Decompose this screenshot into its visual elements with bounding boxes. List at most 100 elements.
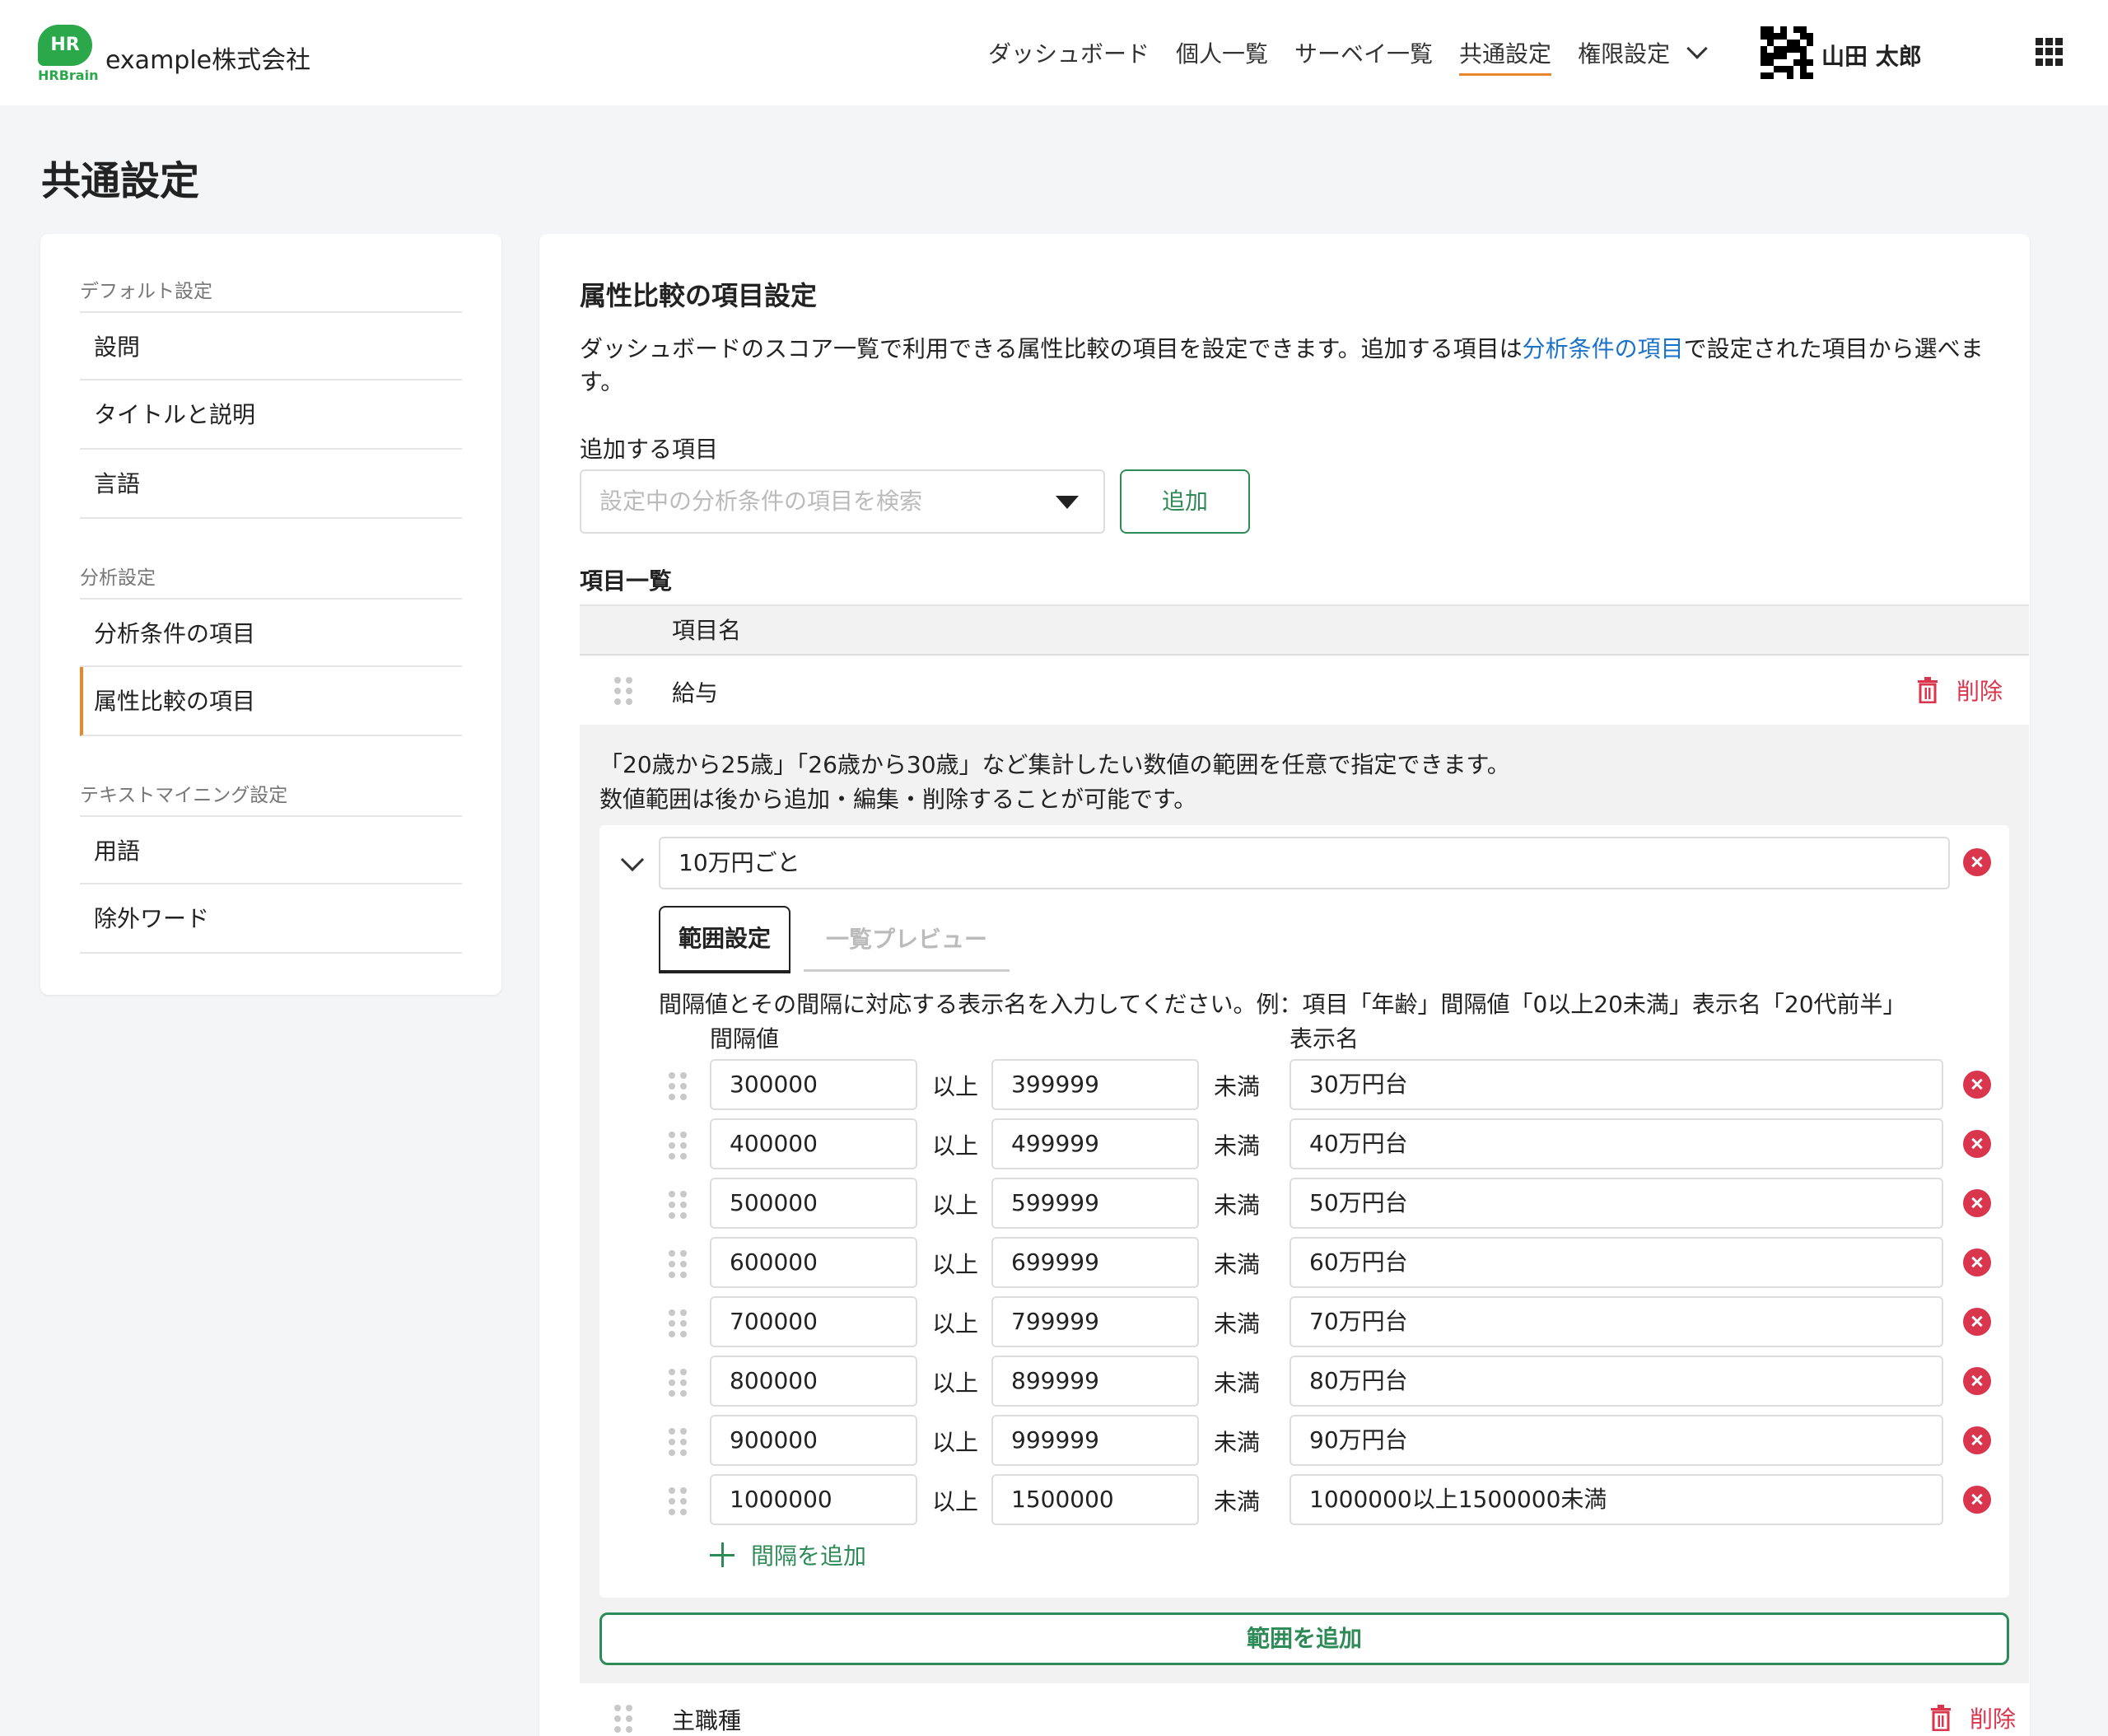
trash-icon xyxy=(1930,1705,1951,1731)
unit-to-label: 未満 xyxy=(1214,1370,1261,1397)
logo-bubble: HR xyxy=(38,25,92,66)
company-name: example株式会社 xyxy=(105,46,311,75)
drag-handle-icon[interactable] xyxy=(669,1428,687,1456)
add-interval-button[interactable]: 間隔を追加 xyxy=(710,1538,866,1571)
display-name-input[interactable]: 80万円台 xyxy=(1290,1356,1943,1407)
delete-button[interactable]: 削除 xyxy=(1917,674,2003,707)
tab-list-preview[interactable]: 一覧プレビュー xyxy=(804,912,1010,972)
interval-hint: 間隔値とその間隔に対応する表示名を入力してください。例：項目「年齢」間隔値「0以… xyxy=(659,991,1906,1018)
unit-to-label: 未満 xyxy=(1214,1488,1261,1515)
caret-down-icon[interactable] xyxy=(1056,496,1079,509)
interval-from-input[interactable]: 500000 xyxy=(710,1178,917,1229)
interval-from-input[interactable]: 1000000 xyxy=(710,1474,917,1525)
sidebar-item-terms[interactable]: 用語 xyxy=(80,815,462,884)
remove-interval-icon[interactable] xyxy=(1963,1367,1991,1395)
chevron-down-icon[interactable] xyxy=(620,847,645,872)
section-title: 属性比較の項目設定 xyxy=(580,280,818,311)
app-grid-icon[interactable] xyxy=(2036,38,2064,66)
remove-interval-icon[interactable] xyxy=(1963,1426,1991,1454)
range-name-input[interactable]: 10万円ごと xyxy=(659,837,1950,889)
remove-interval-icon[interactable] xyxy=(1963,1071,1991,1099)
drag-handle-icon[interactable] xyxy=(669,1250,687,1278)
unit-from-label: 以上 xyxy=(932,1370,979,1397)
interval-from-input[interactable]: 600000 xyxy=(710,1237,917,1288)
remove-interval-icon[interactable] xyxy=(1963,1130,1991,1158)
display-name-input[interactable]: 70万円台 xyxy=(1290,1296,1943,1347)
drag-handle-icon[interactable] xyxy=(669,1191,687,1219)
display-name-input[interactable]: 30万円台 xyxy=(1290,1059,1943,1110)
add-button[interactable]: 追加 xyxy=(1120,469,1250,534)
unit-from-label: 以上 xyxy=(932,1251,979,1278)
hrbrain-logo[interactable]: HR HRBrain xyxy=(38,25,98,83)
drag-handle-icon[interactable] xyxy=(669,1487,687,1515)
nav-individual-list[interactable]: 個人一覧 xyxy=(1176,36,1268,69)
unit-from-label: 以上 xyxy=(932,1429,979,1456)
sidebar-item-excluded-words[interactable]: 除外ワード xyxy=(80,884,462,954)
page-title: 共通設定 xyxy=(41,158,200,204)
remove-range-icon[interactable] xyxy=(1963,848,1991,876)
drag-handle-icon[interactable] xyxy=(669,1369,687,1397)
item-name: 主職種 xyxy=(672,1707,742,1734)
interval-to-input[interactable]: 699999 xyxy=(991,1237,1199,1288)
interval-row: 500000 以上 599999 未満 50万円台 xyxy=(599,1178,2009,1229)
sidebar-item-analysis-conditions[interactable]: 分析条件の項目 xyxy=(80,598,462,667)
nav-common-settings[interactable]: 共通設定 xyxy=(1459,36,1552,76)
sidebar-item-questions[interactable]: 設問 xyxy=(80,311,462,380)
add-range-button[interactable]: 範囲を追加 xyxy=(599,1612,2009,1665)
drag-handle-icon[interactable] xyxy=(614,1705,632,1733)
remove-interval-icon[interactable] xyxy=(1963,1308,1991,1336)
unit-from-label: 以上 xyxy=(932,1132,979,1160)
drag-handle-icon[interactable] xyxy=(669,1309,687,1337)
chevron-down-icon[interactable] xyxy=(1686,38,1708,59)
range-hint-line: 数値範囲は後から追加・編集・削除することが可能です。 xyxy=(599,786,1197,813)
user-avatar[interactable] xyxy=(1761,26,1813,79)
unit-to-label: 未満 xyxy=(1214,1429,1261,1456)
user-name[interactable]: 山田 太郎 xyxy=(1821,39,1922,72)
tab-range-settings[interactable]: 範囲設定 xyxy=(659,906,790,973)
drag-handle-icon[interactable] xyxy=(614,677,632,705)
drag-handle-icon[interactable] xyxy=(669,1132,687,1160)
interval-from-input[interactable]: 700000 xyxy=(710,1296,917,1347)
sidebar-item-language[interactable]: 言語 xyxy=(80,450,462,519)
sidebar-group-text-mining: テキストマイニング設定 xyxy=(80,785,288,806)
table-row: 主職種 削除 xyxy=(580,1683,2029,1736)
nav-permission-settings[interactable]: 権限設定 xyxy=(1578,36,1670,69)
interval-to-input[interactable]: 599999 xyxy=(991,1178,1199,1229)
remove-interval-icon[interactable] xyxy=(1963,1248,1991,1276)
interval-from-input[interactable]: 300000 xyxy=(710,1059,917,1110)
table-row: 給与 削除 xyxy=(580,656,2029,725)
interval-row: 700000 以上 799999 未満 70万円台 xyxy=(599,1296,2009,1347)
main-nav: ダッシュボード 個人一覧 サーベイ一覧 共通設定 権限設定 xyxy=(988,36,1754,76)
sidebar-item-attribute-comparison[interactable]: 属性比較の項目 xyxy=(80,667,462,736)
interval-to-input[interactable]: 499999 xyxy=(991,1118,1199,1169)
analysis-conditions-link[interactable]: 分析条件の項目 xyxy=(1523,335,1684,362)
delete-label: 削除 xyxy=(1956,678,2003,705)
drag-handle-icon[interactable] xyxy=(669,1072,687,1100)
item-name: 給与 xyxy=(672,679,719,707)
interval-to-input[interactable]: 399999 xyxy=(991,1059,1199,1110)
column-label-interval: 間隔値 xyxy=(710,1025,780,1052)
settings-sidebar: デフォルト設定 設問 タイトルと説明 言語 分析設定 分析条件の項目 属性比較の… xyxy=(40,234,501,995)
remove-interval-icon[interactable] xyxy=(1963,1486,1991,1514)
sidebar-group-analysis: 分析設定 xyxy=(80,567,156,589)
display-name-input[interactable]: 40万円台 xyxy=(1290,1118,1943,1169)
main-card: 属性比較の項目設定 ダッシュボードのスコア一覧で利用できる属性比較の項目を設定で… xyxy=(539,234,2030,1736)
interval-to-input[interactable]: 799999 xyxy=(991,1296,1199,1347)
interval-from-input[interactable]: 900000 xyxy=(710,1415,917,1466)
delete-button[interactable]: 削除 xyxy=(1930,1701,2016,1734)
display-name-input[interactable]: 50万円台 xyxy=(1290,1178,1943,1229)
interval-to-input[interactable]: 899999 xyxy=(991,1356,1199,1407)
interval-to-input[interactable]: 999999 xyxy=(991,1415,1199,1466)
nav-survey-list[interactable]: サーベイ一覧 xyxy=(1294,36,1433,69)
sidebar-item-title-description[interactable]: タイトルと説明 xyxy=(80,380,462,450)
display-name-input[interactable]: 1000000以上1500000未満 xyxy=(1290,1474,1943,1525)
display-name-input[interactable]: 60万円台 xyxy=(1290,1237,1943,1288)
unit-to-label: 未満 xyxy=(1214,1073,1261,1100)
add-item-select[interactable]: 設定中の分析条件の項目を検索 xyxy=(580,469,1105,534)
interval-to-input[interactable]: 1500000 xyxy=(991,1474,1199,1525)
interval-from-input[interactable]: 800000 xyxy=(710,1356,917,1407)
nav-dashboard[interactable]: ダッシュボード xyxy=(988,36,1150,69)
display-name-input[interactable]: 90万円台 xyxy=(1290,1415,1943,1466)
remove-interval-icon[interactable] xyxy=(1963,1189,1991,1217)
interval-from-input[interactable]: 400000 xyxy=(710,1118,917,1169)
